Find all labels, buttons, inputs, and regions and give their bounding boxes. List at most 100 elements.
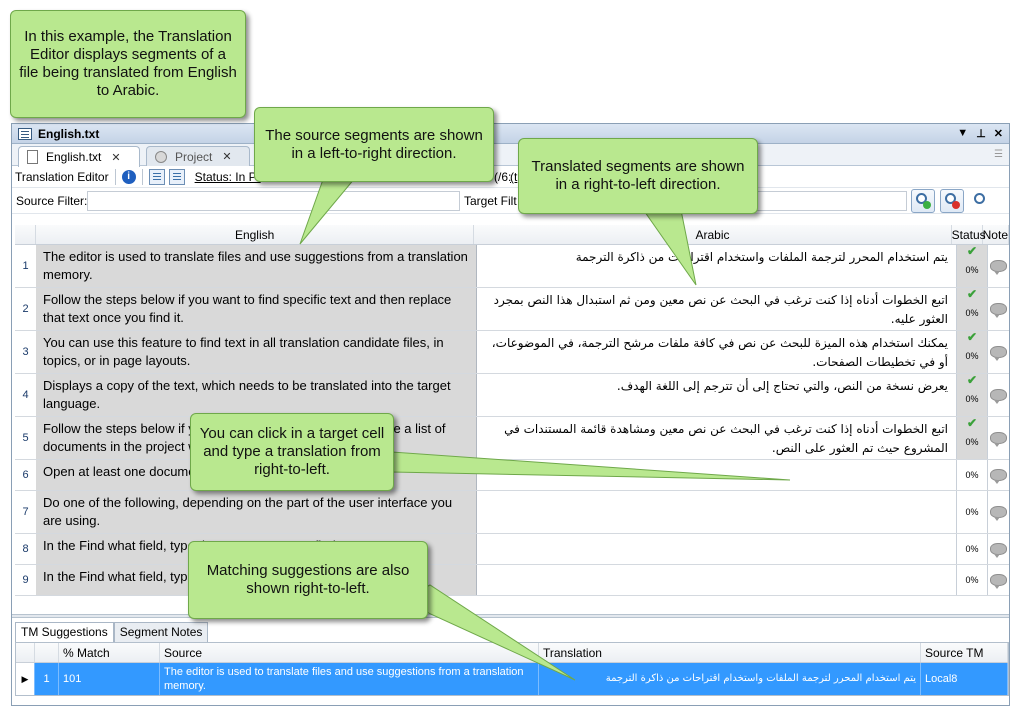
source-column-header[interactable]: English [36, 225, 475, 244]
toolbar-partial-text: (/6: [494, 170, 512, 184]
source-cell[interactable]: Do one of the following, depending on th… [36, 491, 477, 533]
note-cell[interactable] [988, 288, 1009, 330]
segment-row: 6 Open at least one document. 0% [15, 460, 1009, 491]
target-cell[interactable] [477, 460, 957, 490]
document-icon [27, 150, 38, 164]
source-cell[interactable]: You can use this feature to find text in… [36, 331, 477, 373]
target-cell[interactable]: يمكنك استخدام هذه الميزة للبحث عن نص في … [477, 331, 957, 373]
tab-list-icon[interactable]: ☰ [994, 149, 1003, 160]
note-cell[interactable] [988, 331, 1009, 373]
target-cell[interactable]: يتم استخدام المحرر لترجمة الملفات واستخد… [477, 245, 957, 287]
target-column-header[interactable]: Arabic [474, 225, 952, 244]
matching-suggestions-callout: Matching suggestions are also shown righ… [188, 541, 428, 619]
note-icon[interactable] [990, 389, 1007, 404]
tm-suggestion-row[interactable]: ▶ 1 101 The editor is used to translate … [16, 663, 1008, 695]
row-number-header [15, 225, 36, 244]
window-title: English.txt [38, 126, 100, 141]
toolbar-partial-link[interactable]: (t [510, 170, 517, 184]
tab-english-txt[interactable]: English.txt ✕ [18, 146, 140, 167]
tm-match-header[interactable]: % Match [59, 643, 160, 662]
target-cell[interactable] [477, 491, 957, 533]
tm-source-header[interactable]: Source [160, 643, 539, 662]
status-cell: 0% [957, 491, 988, 533]
source-cell[interactable]: Follow the steps below if you want to fi… [36, 288, 477, 330]
status-link[interactable]: Status: In Pr [195, 170, 261, 184]
window-menu-button[interactable]: ▼ [957, 127, 968, 140]
status-percent: 0% [965, 544, 979, 554]
target-cell[interactable]: اتبع الخطوات أدناه إذا كنت ترغب في البحث… [477, 288, 957, 330]
segment-number: 6 [15, 460, 36, 490]
tm-translation-header[interactable]: Translation [539, 643, 921, 662]
clear-filter-button[interactable] [940, 189, 964, 213]
target-cell[interactable]: اتبع الخطوات أدناه إذا كنت ترغب في البحث… [477, 417, 957, 459]
note-icon[interactable] [990, 574, 1007, 589]
grid-rows: 1 The editor is used to translate files a… [15, 245, 1009, 596]
toolbar-separator [114, 168, 116, 185]
tab-tm-suggestions[interactable]: TM Suggestions [15, 622, 114, 642]
segment-number: 7 [15, 491, 36, 533]
note-icon[interactable] [990, 432, 1007, 447]
note-column-header[interactable]: Note [983, 225, 1009, 244]
note-icon[interactable] [990, 303, 1007, 318]
window-titlebar: English.txt ▼ ⊥ ✕ [12, 124, 1009, 144]
confirmed-check-icon: ✔ [966, 330, 978, 344]
tm-source-tm-header[interactable]: Source TM [921, 643, 1008, 662]
status-column-header[interactable]: Status [952, 225, 986, 244]
tm-suggestions-grid: % Match Source Translation Source TM ▶ 1… [15, 642, 1009, 696]
segment-number: 9 [15, 565, 36, 595]
tm-translation-text: يتم استخدام المحرر لترجمة الملفات واستخد… [539, 663, 921, 695]
segment-row: 1 The editor is used to translate files a… [15, 245, 1009, 288]
pane-splitter[interactable] [12, 614, 1009, 618]
target-cell[interactable] [477, 534, 957, 564]
note-cell[interactable] [988, 245, 1009, 287]
close-tab-icon[interactable]: ✕ [111, 151, 120, 164]
apply-filter-button[interactable] [911, 189, 935, 213]
target-cell[interactable] [477, 565, 957, 595]
note-icon[interactable] [990, 260, 1007, 275]
tm-pointer-header [16, 643, 35, 662]
segment-row: 3 You can use this feature to find text i… [15, 331, 1009, 374]
close-tab-icon[interactable]: ✕ [222, 150, 231, 163]
note-icon[interactable] [990, 346, 1007, 361]
info-icon[interactable]: i [121, 169, 136, 184]
status-cell: ✔ 0% [957, 374, 988, 416]
segment-grid: English Arabic Status Note 1 The editor i… [15, 225, 1009, 596]
pin-button[interactable]: ⊥ [976, 127, 986, 140]
segment-number: 5 [15, 417, 36, 459]
note-icon[interactable] [990, 543, 1007, 558]
status-percent: 0% [965, 437, 979, 447]
note-cell[interactable] [988, 374, 1009, 416]
note-cell[interactable] [988, 565, 1009, 595]
confirmed-check-icon: ✔ [966, 373, 978, 387]
status-cell: ✔ 0% [957, 417, 988, 459]
source-filter-input[interactable] [87, 191, 460, 211]
note-cell[interactable] [988, 417, 1009, 459]
intro-callout: In this example, the Translation Editor … [10, 10, 246, 118]
tm-source-tm-value: Local8 [921, 663, 1008, 695]
target-direction-callout: Translated segments are shown in a right… [518, 138, 758, 214]
note-cell[interactable] [988, 491, 1009, 533]
note-icon[interactable] [990, 506, 1007, 521]
note-cell[interactable] [988, 534, 1009, 564]
tm-match-value: 101 [59, 663, 160, 695]
target-cell[interactable]: يعرض نسخة من النص، والتي تحتاج إلى أن تت… [477, 374, 957, 416]
import-icon[interactable] [168, 168, 185, 185]
segment-row: 8In the Find what field, type the text y… [15, 534, 1009, 565]
note-icon[interactable] [990, 469, 1007, 484]
filter-bar: Source Filter: Target Filt [12, 188, 1009, 214]
export-icon[interactable] [148, 168, 165, 185]
source-cell[interactable]: The editor is used to translate files an… [36, 245, 477, 287]
note-cell[interactable] [988, 460, 1009, 490]
toolbar-separator [141, 168, 143, 185]
tab-project[interactable]: Project ✕ [146, 146, 250, 166]
target-filter-label: Target Filt [464, 194, 517, 208]
find-icon[interactable] [969, 189, 993, 213]
source-direction-callout: The source segments are shown in a left-… [254, 107, 494, 182]
tm-row-number: 1 [35, 663, 59, 695]
tab-label: English.txt [46, 150, 102, 164]
source-cell[interactable]: Displays a copy of the text, which needs… [36, 374, 477, 416]
confirmed-check-icon: ✔ [966, 244, 978, 258]
toolbar-title: Translation Editor [15, 169, 109, 184]
tab-segment-notes[interactable]: Segment Notes [113, 622, 209, 642]
window-close-button[interactable]: ✕ [994, 127, 1003, 140]
